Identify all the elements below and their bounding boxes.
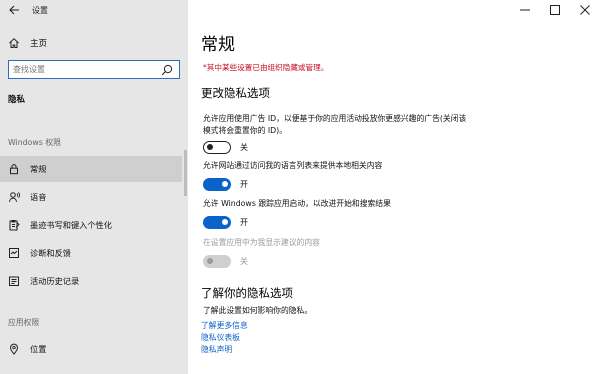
minimize-button[interactable] bbox=[510, 0, 540, 20]
sidebar-item-label: 常规 bbox=[30, 164, 47, 174]
advertising-id-description: 允许应用使用广告 ID，以便基于你的应用活动投放你更感兴趣的广告(关闭该模式将会… bbox=[203, 114, 467, 135]
home-label: 主页 bbox=[30, 39, 48, 49]
sidebar-item-label: 诊断和反馈 bbox=[30, 248, 71, 258]
sidebar: 设置 主页 隐私 Windows 权限 常规 语音 墨迹书写和键入个性化 bbox=[0, 0, 188, 374]
back-arrow-icon bbox=[8, 5, 19, 15]
page-title: 常规 bbox=[201, 35, 235, 55]
sidebar-item-diagnostics[interactable]: 诊断和反馈 bbox=[0, 240, 182, 266]
suggested-content-toggle bbox=[203, 254, 231, 268]
sidebar-item-label: 语音 bbox=[30, 192, 47, 202]
home-nav-item[interactable]: 主页 bbox=[0, 34, 188, 52]
search-box bbox=[8, 60, 180, 79]
pen-clipboard-icon bbox=[4, 219, 24, 231]
language-list-toggle[interactable] bbox=[203, 177, 231, 191]
suggested-content-description: 在设置应用中为我显示建议的内容 bbox=[203, 238, 320, 247]
advertising-id-toggle[interactable] bbox=[203, 140, 231, 154]
main-content: 常规 *其中某些设置已由组织隐藏或管理。 更改隐私选项 允许应用使用广告 ID，… bbox=[188, 0, 600, 374]
close-icon bbox=[580, 5, 590, 15]
toggle-state-label: 关 bbox=[240, 142, 248, 152]
window-controls bbox=[510, 0, 600, 20]
toggle-state-label: 开 bbox=[240, 179, 248, 189]
app-launch-tracking-description: 允许 Windows 跟踪应用启动，以改进开始和搜索结果 bbox=[203, 199, 391, 208]
app-launch-tracking-toggle[interactable] bbox=[203, 215, 231, 229]
windows-permissions-label: Windows 权限 bbox=[8, 138, 61, 147]
language-list-description: 允许网站通过访问我的语言列表来提供本地相关内容 bbox=[203, 161, 383, 170]
sidebar-item-inking-typing[interactable]: 墨迹书写和键入个性化 bbox=[0, 212, 182, 238]
location-icon bbox=[4, 343, 24, 355]
back-button[interactable] bbox=[4, 0, 24, 20]
app-permissions-label: 应用权限 bbox=[8, 318, 40, 327]
privacy-dashboard-link[interactable]: 隐私仪表板 bbox=[201, 332, 240, 343]
learn-privacy-heading: 了解你的隐私选项 bbox=[201, 286, 293, 300]
language-list-toggle-row: 开 bbox=[203, 177, 248, 191]
sidebar-item-label: 位置 bbox=[30, 344, 47, 354]
learn-more-link[interactable]: 了解更多信息 bbox=[201, 320, 248, 331]
toggle-state-label: 关 bbox=[240, 256, 248, 266]
home-icon bbox=[4, 37, 24, 49]
lock-icon bbox=[4, 163, 24, 175]
privacy-section-title: 隐私 bbox=[8, 95, 26, 105]
minimize-icon bbox=[520, 9, 530, 11]
search-input[interactable] bbox=[9, 61, 149, 78]
sidebar-item-activity-history[interactable]: 活动历史记录 bbox=[0, 268, 182, 294]
maximize-button[interactable] bbox=[540, 0, 570, 20]
toggle-state-label: 开 bbox=[240, 217, 248, 227]
managed-settings-note: *其中某些设置已由组织隐藏或管理。 bbox=[203, 63, 329, 72]
sidebar-item-general[interactable]: 常规 bbox=[0, 156, 182, 182]
sidebar-item-speech[interactable]: 语音 bbox=[0, 184, 182, 210]
change-privacy-options-heading: 更改隐私选项 bbox=[201, 86, 270, 100]
sidebar-scrollbar[interactable] bbox=[184, 150, 187, 196]
history-icon bbox=[4, 275, 24, 287]
advertising-id-toggle-row: 关 bbox=[203, 140, 248, 154]
close-button[interactable] bbox=[570, 0, 600, 20]
sidebar-item-location[interactable]: 位置 bbox=[0, 336, 182, 362]
sidebar-item-label: 墨迹书写和键入个性化 bbox=[30, 220, 112, 230]
suggested-content-toggle-row: 关 bbox=[203, 254, 248, 268]
titlebar-left: 设置 bbox=[0, 0, 188, 20]
diagnostics-icon bbox=[4, 247, 24, 259]
learn-privacy-description: 了解此设置如何影响你的隐私。 bbox=[203, 306, 313, 315]
sidebar-item-label: 活动历史记录 bbox=[30, 276, 80, 286]
search-icon[interactable] bbox=[161, 64, 173, 76]
privacy-statement-link[interactable]: 隐私声明 bbox=[201, 344, 232, 355]
speech-icon bbox=[4, 191, 24, 203]
app-launch-tracking-toggle-row: 开 bbox=[203, 215, 248, 229]
maximize-icon bbox=[550, 5, 560, 15]
window-title: 设置 bbox=[32, 5, 48, 15]
